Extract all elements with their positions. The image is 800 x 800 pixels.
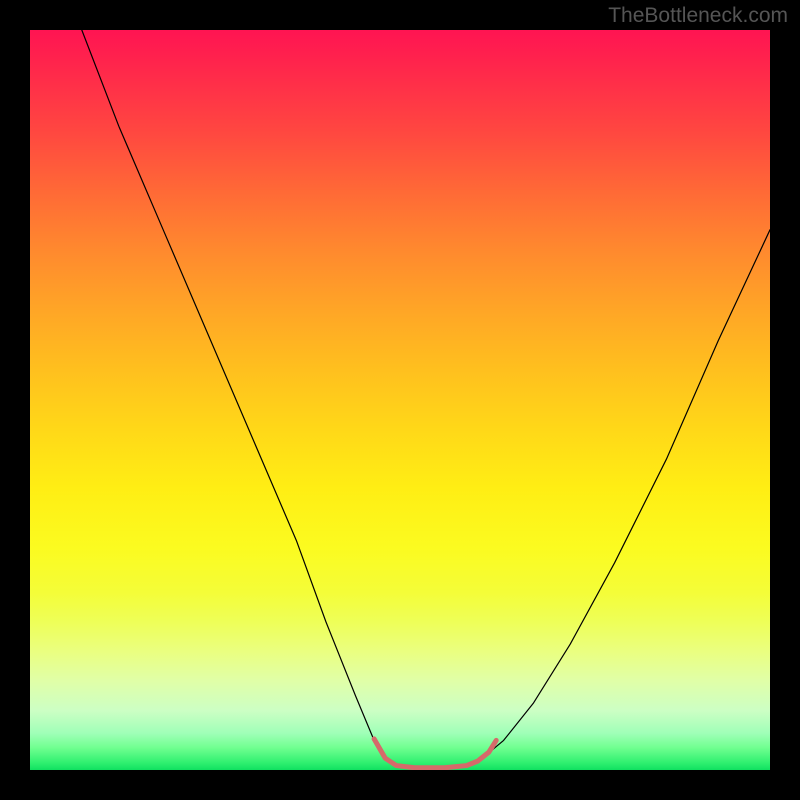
series-right-curve: [481, 230, 770, 759]
series-left-curve: [82, 30, 385, 759]
chart-svg: [30, 30, 770, 770]
chart-plot-area: [30, 30, 770, 770]
series-bottom-highlight: [374, 739, 496, 768]
watermark-text: TheBottleneck.com: [608, 4, 788, 28]
